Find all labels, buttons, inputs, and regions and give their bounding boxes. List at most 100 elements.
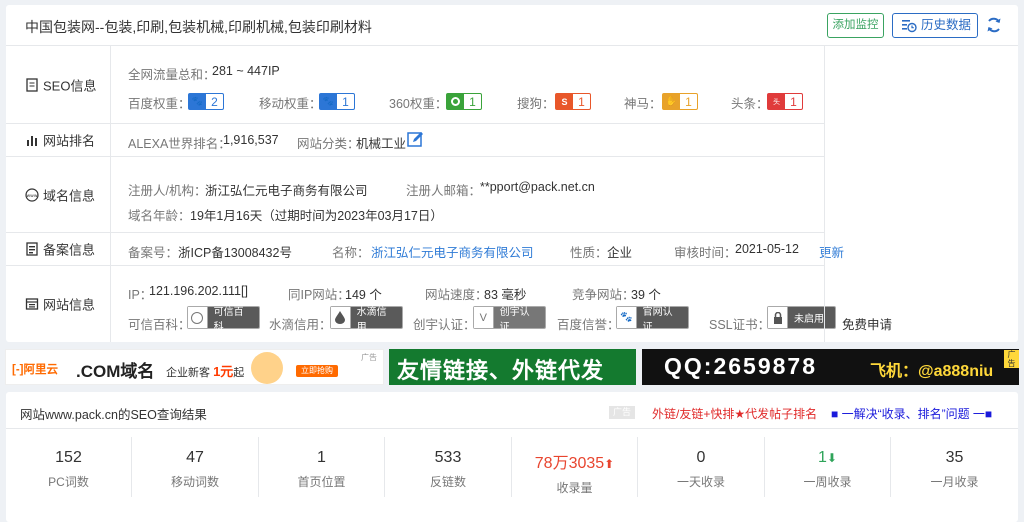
stat-item[interactable]: 0 一天收录 xyxy=(639,437,765,497)
mobile-weight-key: 移动权重： xyxy=(259,97,322,111)
baidu-cert-badge[interactable]: 🐾 官网认证 xyxy=(616,306,689,333)
compete-value[interactable]: 39 个 xyxy=(631,284,661,303)
toutiao-value: 1 xyxy=(790,94,797,109)
ip-value[interactable]: 121.196.202.111[] xyxy=(149,284,248,298)
stat-value: 533 xyxy=(386,449,511,467)
sogou-badge[interactable]: S 1 xyxy=(555,93,591,110)
mobile-weight-badge[interactable]: 🐾 1 xyxy=(319,93,355,110)
cert-kexin-key: 可信百科： xyxy=(128,318,191,332)
stat-value: 35 xyxy=(892,449,1018,467)
shenma-badge[interactable]: ✋ 1 xyxy=(662,93,698,110)
red-promo-link[interactable]: 外链/友链+快排★代发帖子排名 xyxy=(652,405,817,422)
toutiao-badge[interactable]: 头 1 xyxy=(767,93,803,110)
qq-ad-fly: 飞机：@a888niu xyxy=(870,363,994,380)
shuidi-cert-badge[interactable]: 水滴信用 xyxy=(330,306,403,333)
stat-value: 47 xyxy=(133,449,258,467)
kexin-cert-badge[interactable]: 可信百科 xyxy=(187,306,260,333)
360-weight-value: 1 xyxy=(469,94,476,109)
icp-no-key: 备案号： xyxy=(128,246,179,260)
shenma-icon: ✋ xyxy=(663,94,680,109)
360-weight-badge[interactable]: 1 xyxy=(446,93,482,110)
stat-item[interactable]: 1 首页位置 xyxy=(259,437,385,497)
aliyun-promo-sub: 企业新客 xyxy=(166,367,210,379)
icp-name-link[interactable]: 浙江弘仁元电子商务有限公司 xyxy=(371,242,534,261)
stat-label: 一月收录 xyxy=(930,475,979,489)
sogou-key: 搜狗： xyxy=(517,97,555,111)
stat-value-text: 47 xyxy=(186,449,204,466)
stat-item[interactable]: 533 反链数 xyxy=(386,437,512,497)
icp-type-key: 性质： xyxy=(570,246,608,260)
sogou-icon: S xyxy=(556,94,573,109)
baidu-weight-badge[interactable]: 🐾 2 xyxy=(188,93,224,110)
site-ranking-row: 网站排名 ALEXA世界排名： 1,916,537 网站分类： 机械工业 xyxy=(6,124,824,157)
ssl-cert-badge[interactable]: 未启用 xyxy=(767,306,836,329)
stat-value: 152 xyxy=(6,449,131,467)
chuangyu-cert-text: 创宇认证 xyxy=(499,306,530,333)
stat-item[interactable]: 152 PC词数 xyxy=(6,437,132,497)
qq-ad-banner[interactable]: QQ:2659878 飞机：@a888niu 广告 xyxy=(642,349,1019,385)
kexin-cert-text: 可信百科 xyxy=(213,306,244,333)
paw-icon: 🐾 xyxy=(189,94,206,109)
browser-window-icon xyxy=(25,298,39,310)
stat-item[interactable]: 78万3035⬆ 收录量 xyxy=(512,437,638,497)
arrow-down-icon: ⬇ xyxy=(826,451,837,465)
blue-promo-link[interactable]: ■ 一解决“收录、排名”问题 一■ xyxy=(831,405,992,422)
icp-info-text: 备案信息 xyxy=(43,242,96,258)
same-ip-value[interactable]: 149 个 xyxy=(345,284,382,303)
shenma-key: 神马： xyxy=(624,97,662,111)
stat-item[interactable]: 35 一月收录 xyxy=(892,437,1018,497)
qq-ad-tag: 广告 xyxy=(1004,350,1019,368)
email-key: 注册人邮箱： xyxy=(406,184,482,198)
paw-icon: 🐾 xyxy=(617,307,637,328)
result-ad-tag: 广告 xyxy=(609,406,635,419)
registrant-key: 注册人/机构： xyxy=(128,184,207,198)
list-doc-icon xyxy=(26,242,38,256)
history-data-button[interactable]: 历史数据 xyxy=(892,13,978,38)
site-speed-value: 83 毫秒 xyxy=(484,288,527,302)
icp-update-link[interactable]: 更新 xyxy=(819,242,844,261)
water-drop-icon xyxy=(331,307,351,328)
baidu-weight-value: 2 xyxy=(211,94,218,109)
site-ranking-label: 网站排名 xyxy=(6,124,111,156)
traffic-key: 全网流量总和： xyxy=(128,68,216,82)
ssl-apply-link[interactable]: 免费申请 xyxy=(842,314,892,333)
paw-icon: 🐾 xyxy=(320,94,337,109)
result-divider xyxy=(6,428,1018,429)
site-detail-label: 网站信息 xyxy=(6,266,111,342)
icp-audit-key: 审核时间： xyxy=(674,246,737,260)
edit-icon[interactable] xyxy=(407,131,424,148)
site-info-card: 中国包装网--包装,印刷,包装机械,印刷机械,包装印刷材料 添加监控 历史数据 … xyxy=(6,5,1018,342)
stat-value-text: 78万3035 xyxy=(534,455,605,472)
traffic-value: 281 ~ 447IP xyxy=(212,64,280,78)
icp-no-value: 浙ICP备13008432号 xyxy=(178,246,292,260)
seo-info-row: SEO信息 全网流量总和： 281 ~ 447IP 百度权重： 🐾 2 移动权重… xyxy=(6,46,824,124)
domain-info-label: www 域名信息 xyxy=(6,157,111,232)
stat-value-text: 35 xyxy=(945,449,964,466)
stat-item[interactable]: 47 移动词数 xyxy=(133,437,259,497)
friendlink-ad-text: 友情链接、外链代发 xyxy=(397,358,605,383)
aliyun-ad-banner[interactable]: [-]阿里云 .COM域名 企业新客 1元起 立即抢购 广告 xyxy=(5,349,384,385)
shenma-value: 1 xyxy=(685,94,692,109)
site-detail-text: 网站信息 xyxy=(43,297,96,313)
stat-value-text: 1 xyxy=(317,449,326,466)
add-monitor-button[interactable]: 添加监控 xyxy=(827,13,884,38)
refresh-icon[interactable] xyxy=(986,16,1002,34)
stat-value: 1⬇ xyxy=(765,449,890,467)
stat-value-text: 1 xyxy=(818,449,827,466)
aliyun-com-text: .COM域名 xyxy=(76,362,155,381)
friendlink-ad-banner[interactable]: 友情链接、外链代发 xyxy=(389,349,636,385)
document-icon xyxy=(26,77,38,92)
history-clock-icon xyxy=(902,20,917,33)
shuidi-cert-text: 水滴信用 xyxy=(356,306,387,333)
cert-ssl-key: SSL证书： xyxy=(709,318,771,332)
aliyun-logo: [-]阿里云 xyxy=(12,361,58,377)
domain-age-value: 19年1月16天（过期时间为2023年03月17日） xyxy=(190,209,443,223)
aliyun-buy-button[interactable]: 立即抢购 xyxy=(296,365,338,377)
chuangyu-cert-badge[interactable]: V 创宇认证 xyxy=(473,306,546,333)
stat-label: 一天收录 xyxy=(676,475,725,489)
alexa-value[interactable]: 1,916,537 xyxy=(223,133,279,147)
stat-label: 反链数 xyxy=(429,475,466,489)
icp-name-key: 名称： xyxy=(332,246,370,260)
aliyun-logo-icon: [-] xyxy=(12,364,24,376)
stat-item[interactable]: 1⬇ 一周收录 xyxy=(765,437,891,497)
